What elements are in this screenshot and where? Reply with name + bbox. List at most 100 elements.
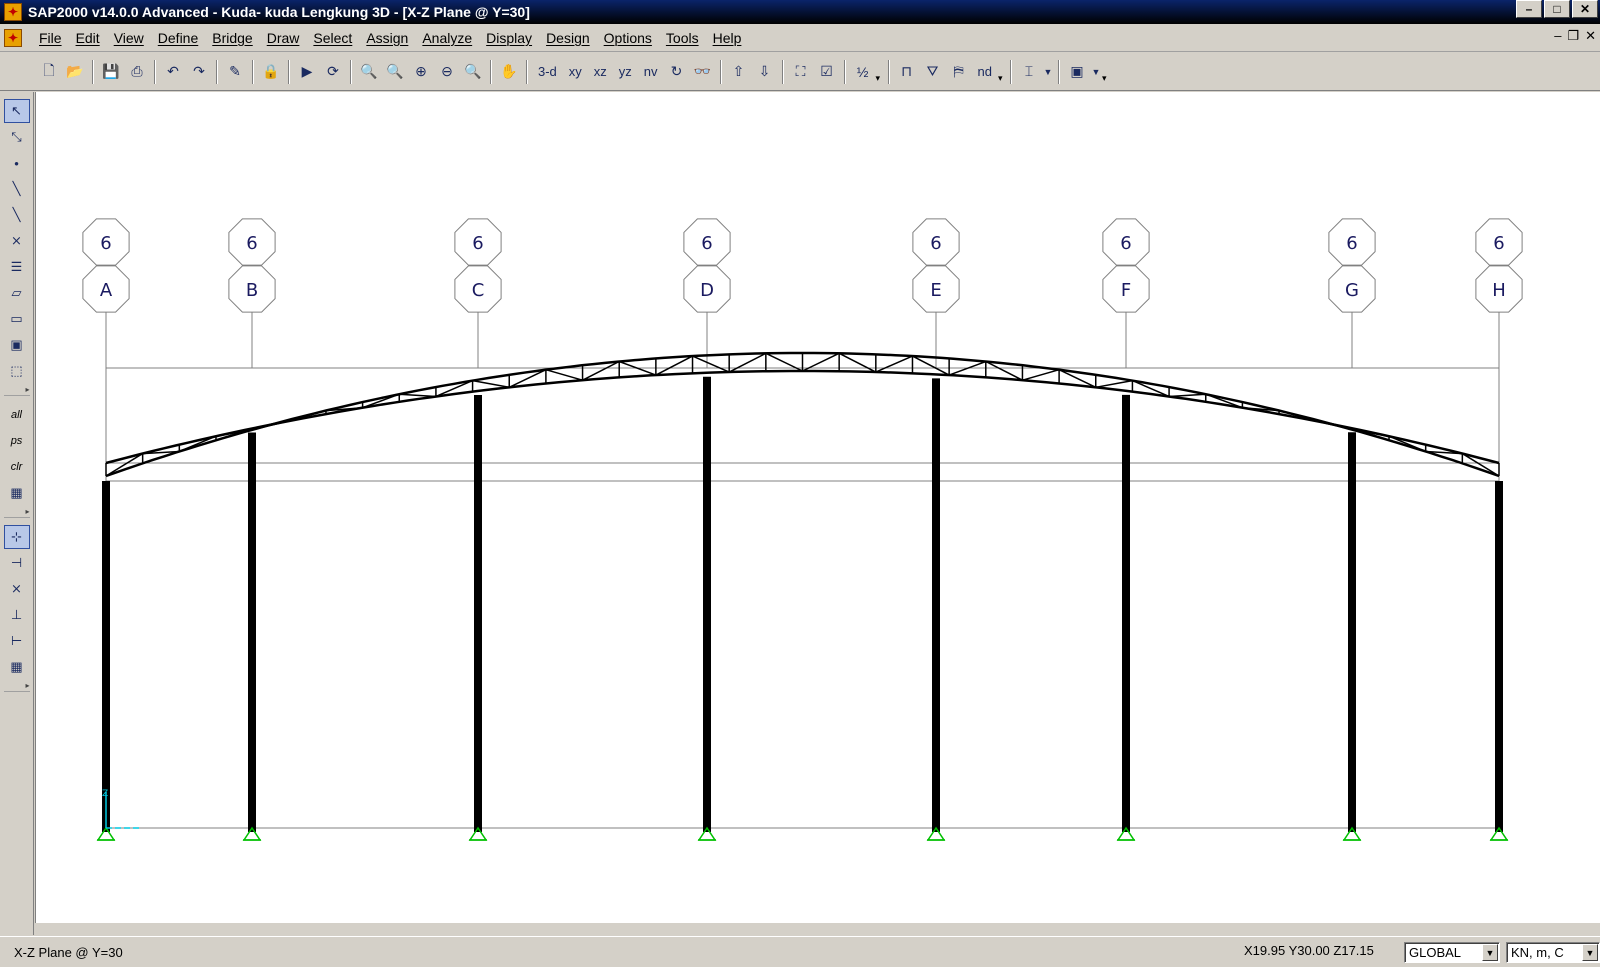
zoom-window-icon[interactable]: 🔍 [356, 59, 382, 85]
chevron-down-icon[interactable]: ▼ [1482, 944, 1498, 961]
units-value: KN, m, C [1511, 945, 1564, 960]
menu-define[interactable]: Define [151, 30, 205, 46]
menu-options[interactable]: Options [597, 30, 659, 46]
grid-label-z: 6 [1493, 233, 1504, 254]
sap2000-app-icon[interactable]: ✦ [4, 3, 22, 21]
toolbar-options-icon-3[interactable]: ▾ [1102, 60, 1110, 84]
chevron-down-icon-units[interactable]: ▼ [1582, 944, 1598, 961]
pencil-icon[interactable]: ✎ [222, 59, 248, 85]
section-i-icon[interactable]: ⌶ [1016, 59, 1042, 85]
save-icon[interactable]: 💾 [98, 59, 124, 85]
scale-factor-icon[interactable]: ½ [850, 59, 876, 85]
open-folder-icon[interactable]: 📂 [62, 59, 88, 85]
draw-rect-area-icon[interactable]: ▭ [4, 307, 30, 331]
menu-view[interactable]: View [107, 30, 151, 46]
dropdown-arrow-icon[interactable]: ▼ [1042, 59, 1054, 85]
snap-icon[interactable]: ⛶ [788, 59, 814, 85]
menu-bar: ✦ File Edit View Define Bridge Draw Select Assi… [0, 24, 1600, 52]
structure-elevation-view[interactable]: 6 A 6 B 6 C 6 D 6 E 6 F 6 G 6 H Z [36, 92, 1600, 923]
menu-design[interactable]: Design [539, 30, 597, 46]
snap-to-points-icon[interactable]: ⊹ [3, 525, 30, 549]
snap-to-ends-icon[interactable]: ⊣ [4, 551, 30, 575]
undo-icon[interactable]: ↶ [160, 59, 186, 85]
menu-display[interactable]: Display [479, 30, 539, 46]
view-xy-button[interactable]: xy [563, 59, 588, 85]
quick-draw-area-icon[interactable]: ▣ [4, 333, 30, 357]
view-yz-button[interactable]: yz [613, 59, 638, 85]
zoom-in-icon[interactable]: ⊕ [408, 59, 434, 85]
grid-label-z: 6 [701, 233, 712, 254]
toolbar-options-icon[interactable]: ▾ [876, 60, 884, 84]
draw-joint-icon[interactable]: • [4, 151, 30, 175]
document-close-button[interactable]: ✕ [1585, 28, 1596, 44]
zoom-out-icon[interactable]: ⊖ [434, 59, 460, 85]
snap-to-lines-icon[interactable]: ⊢ [4, 629, 30, 653]
pointer-select-icon[interactable]: ↖ [3, 99, 30, 123]
dropdown-arrow-icon-2[interactable]: ▼ [1090, 59, 1102, 85]
minimize-button[interactable]: – [1516, 0, 1542, 18]
truss-diagonal [545, 368, 583, 381]
select-all-button[interactable]: all [4, 403, 30, 427]
quick-draw-frame-icon[interactable]: ╲ [4, 203, 30, 227]
move-up-icon[interactable]: ⇧ [726, 59, 752, 85]
move-down-icon[interactable]: ⇩ [752, 59, 778, 85]
truss-diagonal [1022, 368, 1060, 381]
view-nv-button[interactable]: nv [638, 59, 664, 85]
draw-braces-icon[interactable]: ⨯ [4, 229, 30, 253]
draw-frame-icon[interactable]: ╲ [4, 177, 30, 201]
nd-button[interactable]: nd [972, 59, 998, 85]
document-icon[interactable]: ✦ [4, 28, 22, 47]
snap-perpendicular-icon[interactable]: ⊥ [4, 603, 30, 627]
restore-full-view-icon[interactable]: 🔍 [382, 59, 408, 85]
previous-zoom-icon[interactable]: 🔍 [460, 59, 486, 85]
lock-icon[interactable]: 🔒 [258, 59, 284, 85]
snap-fine-grid-icon[interactable]: ▦ [4, 655, 30, 679]
draw-solid-icon[interactable]: ⬚ [4, 359, 30, 383]
frame-shape-icon[interactable]: ⊓ [894, 59, 920, 85]
new-model-icon[interactable]: 🗋 [36, 59, 62, 85]
rotate-3d-icon[interactable]: ↻ [664, 59, 690, 85]
print-icon[interactable]: ⎙ [124, 59, 150, 85]
run-analysis-icon[interactable]: ▶ [294, 59, 320, 85]
menu-analyze[interactable]: Analyze [415, 30, 479, 46]
toolbar-options-icon-2[interactable]: ▾ [998, 60, 1006, 84]
document-restore-button[interactable]: ❐ [1567, 28, 1579, 44]
units-select[interactable]: KN, m, C ▼ [1506, 942, 1600, 963]
maximize-button[interactable]: □ [1544, 0, 1570, 18]
grid-label-x: D [700, 280, 714, 301]
clear-selection-button[interactable]: clr [4, 455, 30, 479]
pan-hand-icon[interactable]: ✋ [496, 59, 522, 85]
view-3d-button[interactable]: 3-d [532, 59, 563, 85]
coordinate-system-select[interactable]: GLOBAL ▼ [1404, 942, 1500, 963]
menu-tools[interactable]: Tools [659, 30, 706, 46]
document-minimize-button[interactable]: – [1554, 28, 1561, 44]
grid-label-z: 6 [1120, 233, 1131, 254]
menu-file[interactable]: File [32, 30, 69, 46]
menu-help[interactable]: Help [706, 30, 749, 46]
intersecting-line-select-icon[interactable]: ▦ [4, 481, 30, 505]
redo-icon[interactable]: ↷ [186, 59, 212, 85]
menu-select[interactable]: Select [306, 30, 359, 46]
menu-bridge[interactable]: Bridge [205, 30, 259, 46]
rotate-view-icon[interactable]: ⟳ [320, 59, 346, 85]
close-button[interactable]: ✕ [1572, 0, 1598, 18]
menu-draw[interactable]: Draw [260, 30, 307, 46]
grid-label-x: E [930, 280, 941, 301]
bridge-icon[interactable]: ⛿ [946, 59, 972, 85]
toolbar-expand-icon-3[interactable]: ▸ [3, 680, 30, 692]
menu-edit[interactable]: Edit [69, 30, 107, 46]
snap-to-intersections-icon[interactable]: ⨯ [4, 577, 30, 601]
draw-section-cut-icon[interactable]: ☰ [4, 255, 30, 279]
toolbar-expand-icon[interactable]: ▸ [3, 384, 30, 396]
draw-poly-area-icon[interactable]: ▱ [4, 281, 30, 305]
previous-selection-button[interactable]: ps [4, 429, 30, 453]
menu-assign[interactable]: Assign [359, 30, 415, 46]
check-icon[interactable]: ☑ [814, 59, 840, 85]
model-view-canvas[interactable]: 6 A 6 B 6 C 6 D 6 E 6 F 6 G 6 H Z [35, 92, 1600, 923]
reshape-icon[interactable]: ⤡ [4, 125, 30, 149]
view-xz-button[interactable]: xz [588, 59, 613, 85]
perspective-glasses-icon[interactable]: 👓 [690, 59, 716, 85]
area-section-icon[interactable]: ▣ [1064, 59, 1090, 85]
truss-icon[interactable]: ⛛ [920, 59, 946, 85]
toolbar-expand-icon-2[interactable]: ▸ [3, 506, 30, 518]
